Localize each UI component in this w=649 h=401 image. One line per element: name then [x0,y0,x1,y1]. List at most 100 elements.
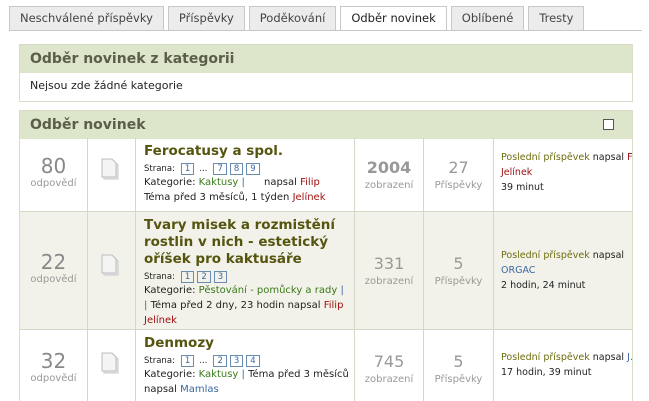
page-link[interactable]: 9 [246,163,260,175]
views-count: 331 [373,254,405,273]
tab-penalties[interactable]: Tresty [528,6,585,30]
author-link[interactable]: Jelínek [293,192,326,203]
topic-icon-cell [88,330,136,401]
topic-date-text: Téma před 3 měsíců [248,369,349,380]
page-link[interactable]: 3 [229,355,244,367]
views-count: 745 [373,352,405,371]
category-link[interactable]: Kaktusy [199,369,239,380]
last-post-time: 17 hodin, 39 minut [501,367,592,378]
pages-label: Strana: [144,164,175,174]
topic-title-link[interactable]: Ferocatusy a spol. [144,143,354,160]
last-post-user[interactable]: J. [627,352,632,363]
category-label: Kategorie: [144,369,196,380]
replies-cell: 22 odpovědí [20,212,88,329]
page-link[interactable]: 1 [180,163,195,175]
tab-posts[interactable]: Příspěvky [167,6,245,30]
category-link[interactable]: Kaktusy [199,177,239,188]
page-link[interactable]: 1 [180,355,195,367]
pagination: Strana: 1 ... 7 8 9 [144,163,354,175]
select-all-checkbox[interactable] [603,119,614,130]
wrote-label: napsal [144,384,177,395]
separator: | [241,369,245,380]
page-link[interactable]: 1 [180,271,195,283]
last-post-cell: Poslední příspěvek napsal ORGAC 2 hodin,… [494,212,632,329]
last-post-user[interactable]: F [627,152,632,163]
tab-favorites[interactable]: Oblíbené [450,6,525,30]
pages-label: Strana: [144,272,175,282]
topic-title-link[interactable]: Tvary misek a rozmistění rostlin v nich … [144,217,354,268]
wrote-label: napsal [263,177,297,188]
page-link[interactable]: 7 [213,163,227,175]
news-subscriptions-panel: Odběr novinek [19,110,633,139]
last-post-link[interactable]: Poslední příspěvek [501,352,590,363]
pages-label: Strana: [144,356,175,366]
pages-ellipsis: ... [199,356,208,366]
pagination: Strana: 1 ... 2 3 4 [144,355,354,367]
topic-date-text: Téma před 3 měsíců, 1 týden [144,192,290,203]
last-post-user[interactable]: ORGAC [501,263,632,278]
views-label: zobrazení [364,180,414,191]
category-label: Kategorie: [144,177,196,188]
wrote-label: napsal [592,152,625,163]
replies-cell: 32 odpovědí [20,330,88,401]
page-link[interactable]: 2 [197,271,211,283]
topic-date-text: Téma před 2 dny, 23 hodin napsal [150,300,321,311]
replies-count: 32 [40,349,67,373]
topic-meta: Kategorie: Kaktusy | Téma před 3 měsíců [144,367,354,382]
last-post-line: Poslední příspěvek napsal [501,248,632,263]
author-link[interactable]: Filip [300,177,320,188]
topic-date: Téma před 3 měsíců, 1 týden Jelínek [144,190,354,205]
pagination: Strana: 1 2 3 [144,271,354,283]
topic-meta: Kategorie: Pěstování - pomůcky a rady | [144,283,354,298]
posts-cell: 5 Příspěvky [424,212,494,329]
posts-count: 27 [448,158,469,177]
category-label: Kategorie: [144,285,196,296]
author-link[interactable]: Jelínek [144,315,177,326]
last-post-line: Poslední příspěvek napsal J. [501,350,632,365]
last-post-user-continued[interactable]: Jelínek [501,165,632,180]
wrote-label: napsal [592,352,625,363]
tab-subscriptions[interactable]: Odběr novinek [340,6,447,31]
last-post-time: 39 minut [501,182,544,193]
category-link[interactable]: Pěstování - pomůcky a rady [199,285,338,296]
author-link[interactable]: Mamlas [180,384,219,395]
posts-count: 5 [453,352,464,371]
replies-label: odpovědí [30,178,77,189]
posts-label: Příspěvky [434,276,483,287]
tab-thanks[interactable]: Poděkování [248,6,337,30]
last-post-link[interactable]: Poslední příspěvek [501,152,590,163]
last-post-line: Poslední příspěvek napsal F [501,150,632,165]
posts-count: 5 [453,254,464,273]
replies-count: 22 [40,250,67,274]
page-link[interactable]: 2 [213,355,227,367]
last-post-time: 2 hodin, 24 minut [501,280,586,291]
category-subscriptions-panel: Odběr novinek z kategorii Nejsou zde žád… [19,44,633,102]
tab-unapproved-posts[interactable]: Neschválené příspěvky [9,6,164,30]
news-subscriptions-title: Odběr novinek [20,111,632,139]
pages-ellipsis: ... [199,164,208,174]
tab-divider [9,30,642,31]
last-post-link[interactable]: Poslední příspěvek [501,250,590,261]
separator: | [241,177,245,188]
topic-cell: Ferocatusy a spol. Strana: 1 ... 7 8 9 K… [136,138,355,211]
topic-row: 32 odpovědí Denmozy Strana: 1 ... 2 3 4 … [20,330,632,401]
topic-icon-cell [88,138,136,211]
page-link[interactable]: 3 [213,271,228,283]
views-cell: 2004 zobrazení [355,138,424,211]
topic-title-link[interactable]: Denmozy [144,335,354,352]
replies-label: odpovědí [30,274,77,285]
replies-cell: 80 odpovědí [20,138,88,211]
news-subscriptions-title-text: Odběr novinek [30,117,146,133]
topic-author-continued: Jelínek [144,313,354,328]
replies-count: 80 [40,154,67,178]
page-link[interactable]: 4 [246,355,260,367]
category-subscriptions-title: Odběr novinek z kategorii [20,45,632,73]
separator: | [144,300,148,311]
topic-author: napsal Mamlas [144,382,354,397]
tab-bar: Neschválené příspěvky Příspěvky Poděková… [9,6,588,31]
page-link[interactable]: 8 [229,163,244,175]
author-link[interactable]: Filip [324,300,344,311]
wrote-label: napsal [592,250,625,261]
last-post-cell: Poslední příspěvek napsal F Jelínek 39 m… [494,138,632,211]
topic-row: 22 odpovědí Tvary misek a rozmistění ros… [20,212,632,330]
